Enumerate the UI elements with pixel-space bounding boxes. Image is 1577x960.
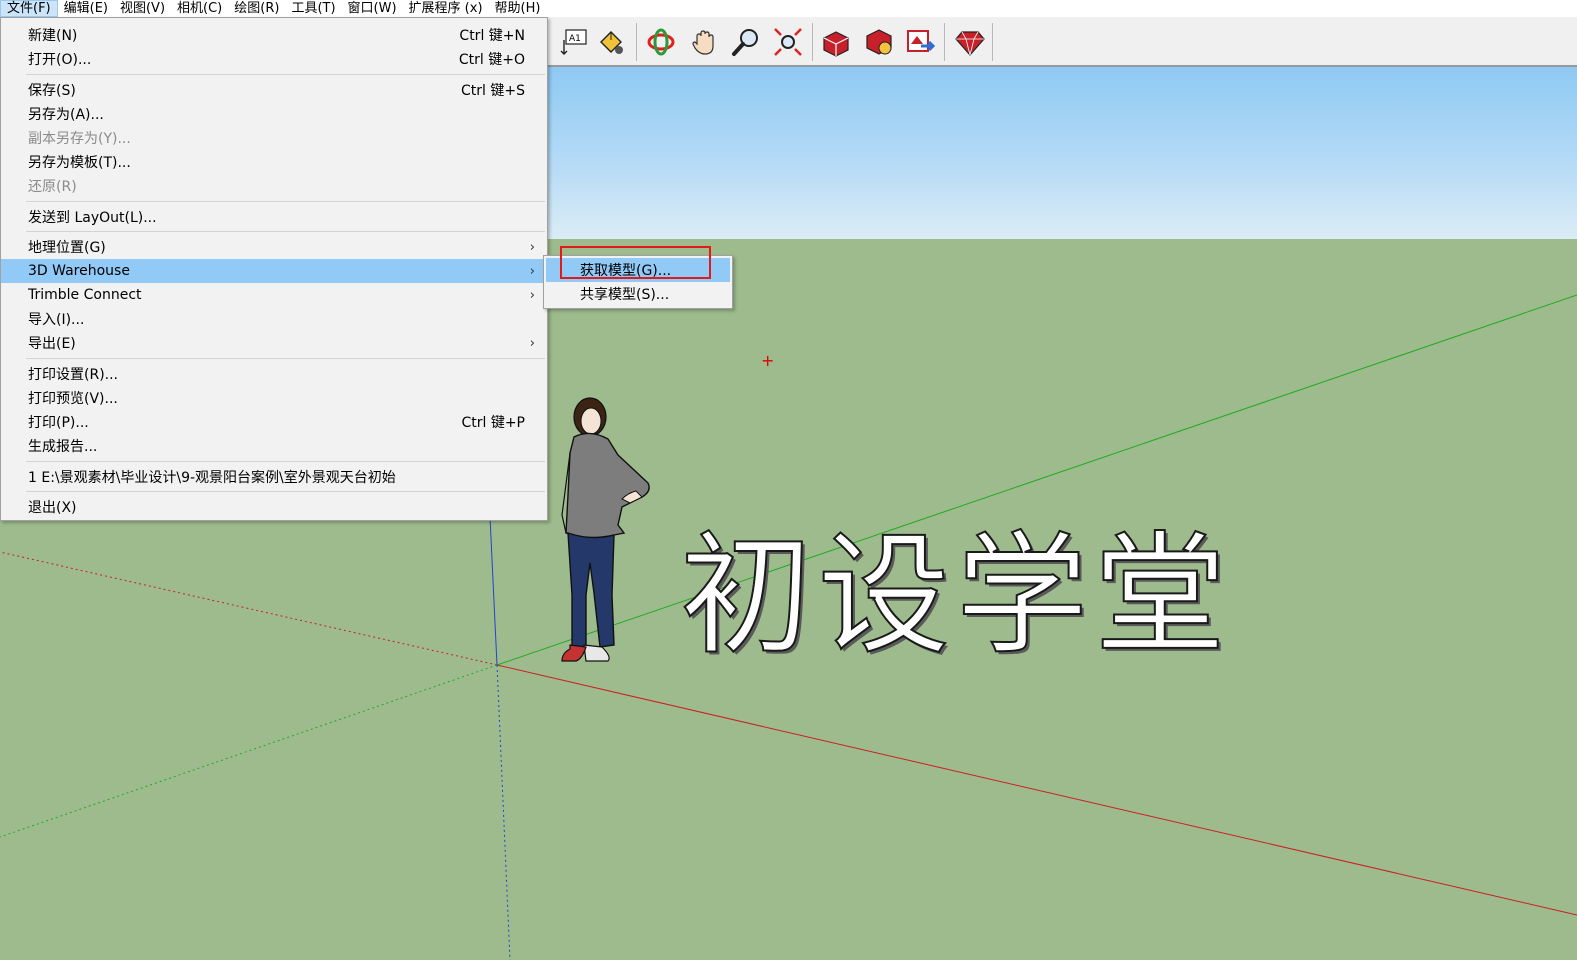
chevron-right-icon: › xyxy=(529,263,535,279)
menu-item-label: 另存为(A)... xyxy=(28,107,104,123)
menu-item-shortcut: Ctrl 键+P xyxy=(461,415,525,431)
pan-icon[interactable] xyxy=(686,24,722,60)
annotation-highlight-box xyxy=(560,246,711,279)
menu-item-export[interactable]: 导出(E) › xyxy=(1,331,547,355)
paint-bucket-icon[interactable] xyxy=(593,24,629,60)
menu-item-label: 新建(N) xyxy=(28,28,78,44)
toolbar-separator xyxy=(812,23,813,61)
menu-item-label: 还原(R) xyxy=(28,179,77,195)
red-axis-negative xyxy=(0,551,498,666)
menu-item-send-to-layout[interactable]: 发送到 LayOut(L)... xyxy=(1,205,547,229)
menu-separator xyxy=(26,491,545,492)
menubar: 文件(F) 编辑(E) 视图(V) 相机(C) 绘图(R) 工具(T) 窗口(W… xyxy=(0,0,1577,17)
menu-item-new[interactable]: 新建(N) Ctrl 键+N xyxy=(1,23,547,47)
text-tool-icon[interactable]: A1 xyxy=(556,24,592,60)
menu-edit[interactable]: 编辑(E) xyxy=(58,0,114,17)
menu-item-label: Trimble Connect xyxy=(28,287,142,303)
menu-item-recent-file[interactable]: 1 E:\景观素材\毕业设计\9-观景阳台案例\室外景观天台初始 xyxy=(1,465,547,489)
menu-item-open[interactable]: 打开(O)... Ctrl 键+O xyxy=(1,47,547,71)
menu-item-print-setup[interactable]: 打印设置(R)... xyxy=(1,362,547,386)
menu-item-print-preview[interactable]: 打印预览(V)... xyxy=(1,386,547,410)
menu-item-label: 导入(I)... xyxy=(28,312,85,328)
menu-item-geo-location[interactable]: 地理位置(G) › xyxy=(1,235,547,259)
menu-item-label: 退出(X) xyxy=(28,500,77,516)
menu-item-save-as-template[interactable]: 另存为模板(T)... xyxy=(1,150,547,174)
file-menu-dropdown: 新建(N) Ctrl 键+N 打开(O)... Ctrl 键+O 保存(S) Ctrl… xyxy=(0,17,548,521)
menu-item-save-copy-as: 副本另存为(Y)... xyxy=(1,126,547,150)
chevron-right-icon: › xyxy=(529,287,535,303)
orbit-icon[interactable] xyxy=(643,24,679,60)
menu-item-3d-warehouse[interactable]: 3D Warehouse › xyxy=(1,259,547,283)
menu-window[interactable]: 窗口(W) xyxy=(342,0,403,17)
menu-item-label: 打印(P)... xyxy=(28,415,89,431)
menu-item-label: 打印设置(R)... xyxy=(28,367,119,383)
red-axis xyxy=(496,664,1577,916)
chevron-right-icon: › xyxy=(529,335,535,351)
menu-separator xyxy=(26,358,545,359)
menu-separator xyxy=(26,461,545,462)
menu-item-revert: 还原(R) xyxy=(1,174,547,198)
menu-item-label: 打开(O)... xyxy=(28,52,92,68)
chevron-right-icon: › xyxy=(529,239,535,255)
toolbar-separator xyxy=(636,23,637,61)
menu-item-label: 副本另存为(Y)... xyxy=(28,131,131,147)
menu-item-label: 打印预览(V)... xyxy=(28,391,118,407)
menu-item-generate-report[interactable]: 生成报告... xyxy=(1,434,547,458)
menu-extensions[interactable]: 扩展程序 (x) xyxy=(403,0,489,17)
menu-tools[interactable]: 工具(T) xyxy=(285,0,341,17)
menu-item-label: 3D Warehouse xyxy=(28,263,130,279)
zoom-extents-icon[interactable] xyxy=(770,24,806,60)
menu-camera[interactable]: 相机(C) xyxy=(171,0,228,17)
menu-item-shortcut: Ctrl 键+S xyxy=(461,83,525,99)
menu-help[interactable]: 帮助(H) xyxy=(489,0,547,17)
menu-item-shortcut: Ctrl 键+N xyxy=(459,28,525,44)
menu-item-save-as[interactable]: 另存为(A)... xyxy=(1,102,547,126)
ruby-console-icon[interactable] xyxy=(952,24,988,60)
3d-text-logo[interactable]: 初设学堂 xyxy=(679,489,1232,680)
scale-figure[interactable] xyxy=(556,395,666,670)
toolbar-separator xyxy=(992,23,993,61)
send-to-layout-icon[interactable] xyxy=(903,24,939,60)
menu-item-save[interactable]: 保存(S) Ctrl 键+S xyxy=(1,78,547,102)
menu-item-label: 导出(E) xyxy=(28,336,76,352)
3d-warehouse-icon[interactable] xyxy=(818,24,854,60)
toolbar-separator xyxy=(944,23,945,61)
zoom-icon[interactable] xyxy=(728,24,764,60)
menu-item-exit[interactable]: 退出(X) xyxy=(1,495,547,519)
menu-item-shortcut: Ctrl 键+O xyxy=(458,52,525,68)
menu-separator xyxy=(26,201,545,202)
menu-file[interactable]: 文件(F) xyxy=(0,0,58,17)
menu-item-share-model[interactable]: 共享模型(S)... xyxy=(546,282,730,306)
menu-item-label: 另存为模板(T)... xyxy=(28,155,131,171)
green-axis-negative xyxy=(0,664,498,838)
menu-item-trimble-connect[interactable]: Trimble Connect › xyxy=(1,283,547,307)
blue-axis-negative xyxy=(496,664,511,960)
menu-separator xyxy=(26,74,545,75)
menu-item-label: 共享模型(S)... xyxy=(580,287,670,303)
menu-item-label: 地理位置(G) xyxy=(28,240,106,256)
menu-item-label: 保存(S) xyxy=(28,83,76,99)
menu-item-import[interactable]: 导入(I)... xyxy=(1,307,547,331)
red-marker: + xyxy=(761,351,775,370)
menu-item-label: 生成报告... xyxy=(28,439,98,455)
menu-view[interactable]: 视图(V) xyxy=(114,0,171,17)
svg-text:A1: A1 xyxy=(569,34,581,44)
blue-axis xyxy=(489,516,498,666)
menu-separator xyxy=(26,231,545,232)
menu-item-label: 发送到 LayOut(L)... xyxy=(28,210,157,226)
menu-item-label: 1 E:\景观素材\毕业设计\9-观景阳台案例\室外景观天台初始 xyxy=(28,470,396,486)
menu-draw[interactable]: 绘图(R) xyxy=(228,0,285,17)
menu-item-print[interactable]: 打印(P)... Ctrl 键+P xyxy=(1,410,547,434)
extension-warehouse-icon[interactable] xyxy=(861,24,897,60)
